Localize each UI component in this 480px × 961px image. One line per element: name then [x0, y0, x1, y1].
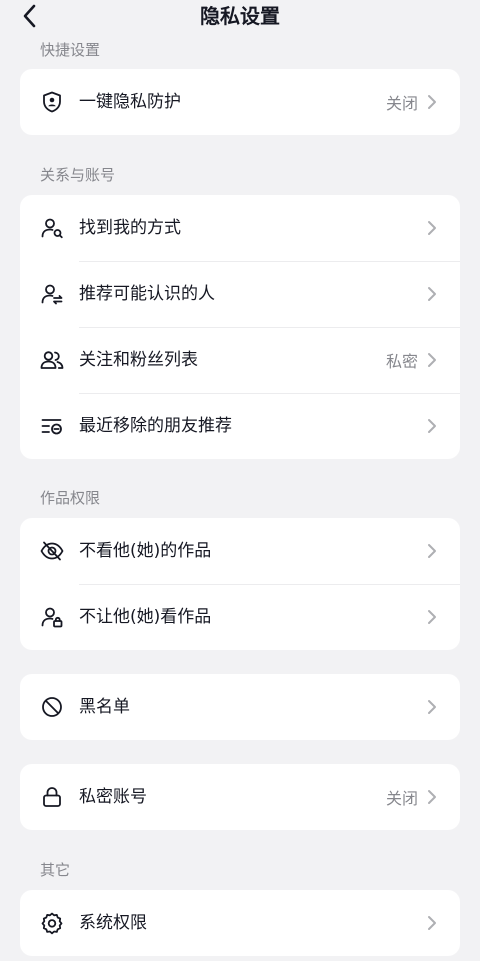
person-search-icon [40, 216, 64, 240]
chevron-right-icon [424, 286, 440, 302]
gear-icon [40, 911, 64, 935]
people-icon [40, 348, 64, 372]
person-lock-icon [40, 605, 64, 629]
header-bar: 隐私设置 [0, 0, 480, 36]
row-label: 一键隐私防护 [79, 92, 181, 112]
row-label: 系统权限 [79, 913, 147, 933]
row-removed-recommendations[interactable]: 最近移除的朋友推荐 [20, 393, 460, 459]
row-label: 不看他(她)的作品 [79, 541, 212, 561]
list-remove-icon [40, 414, 64, 438]
row-system-permissions[interactable]: 系统权限 [20, 890, 460, 956]
page-title: 隐私设置 [200, 4, 280, 28]
row-label: 关注和粉丝列表 [79, 350, 198, 370]
chevron-right-icon [424, 699, 440, 715]
chevron-right-icon [424, 609, 440, 625]
section-label-quick: 快捷设置 [40, 41, 101, 59]
card-private-account: 私密账号 关闭 [20, 764, 460, 830]
section-label-works: 作品权限 [40, 489, 101, 507]
row-value: 关闭 [385, 94, 418, 113]
row-label: 找到我的方式 [79, 218, 181, 238]
card-works-permissions: 不看他(她)的作品 不让他(她)看作品 [20, 518, 460, 650]
row-follow-fans-list[interactable]: 关注和粉丝列表 私密 [20, 327, 460, 393]
row-value: 关闭 [385, 789, 418, 808]
card-system-permissions: 系统权限 [20, 890, 460, 956]
card-blacklist: 黑名单 [20, 674, 460, 740]
card-relations: 找到我的方式 推荐可能认识的人 关注和粉丝列表 私密 最近移除的朋友推荐 [20, 195, 460, 459]
row-hide-my-works[interactable]: 不让他(她)看作品 [20, 584, 460, 650]
chevron-right-icon [424, 543, 440, 559]
row-hide-their-works[interactable]: 不看他(她)的作品 [20, 518, 460, 584]
lock-icon [40, 785, 64, 809]
chevron-right-icon [424, 220, 440, 236]
chevron-right-icon [424, 915, 440, 931]
person-swap-icon [40, 282, 64, 306]
row-privacy-protection[interactable]: 一键隐私防护 关闭 [20, 69, 460, 135]
row-label: 最近移除的朋友推荐 [79, 416, 232, 436]
row-recommend-people[interactable]: 推荐可能认识的人 [20, 261, 460, 327]
row-value: 私密 [385, 352, 418, 371]
row-blacklist[interactable]: 黑名单 [20, 674, 460, 740]
shield-person-icon [40, 90, 64, 114]
chevron-right-icon [424, 789, 440, 805]
eye-off-icon [40, 539, 64, 563]
row-find-me[interactable]: 找到我的方式 [20, 195, 460, 261]
row-label: 不让他(她)看作品 [79, 607, 212, 627]
section-label-relations: 关系与账号 [40, 166, 116, 184]
chevron-right-icon [424, 94, 440, 110]
block-icon [40, 695, 64, 719]
row-label: 黑名单 [79, 697, 130, 717]
chevron-right-icon [424, 418, 440, 434]
section-label-other: 其它 [40, 861, 71, 879]
row-label: 推荐可能认识的人 [79, 284, 215, 304]
row-label: 私密账号 [79, 787, 147, 807]
chevron-right-icon [424, 352, 440, 368]
row-private-account[interactable]: 私密账号 关闭 [20, 764, 460, 830]
card-quick-settings: 一键隐私防护 关闭 [20, 69, 460, 135]
